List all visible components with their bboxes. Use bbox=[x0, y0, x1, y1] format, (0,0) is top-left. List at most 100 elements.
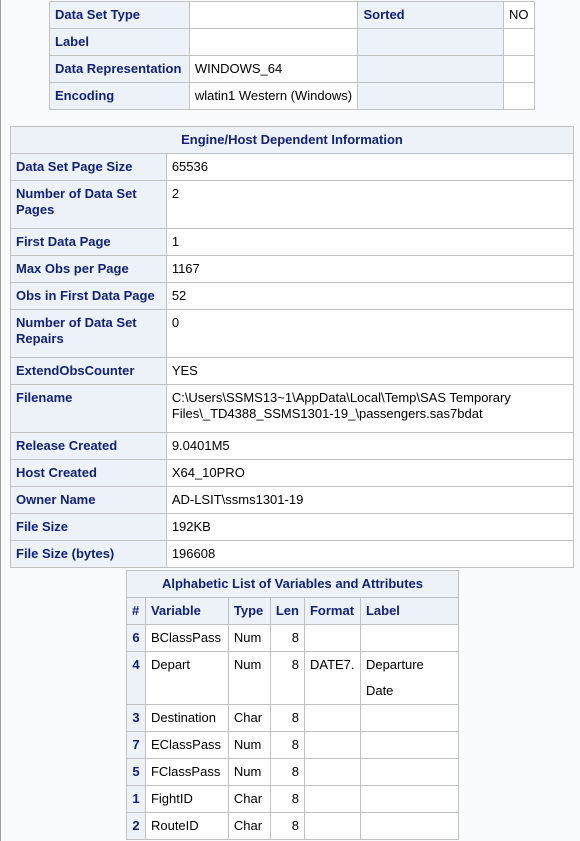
table-row: 6 BClassPass Num 8 bbox=[126, 624, 460, 652]
engine-label: ExtendObsCounter bbox=[10, 357, 167, 385]
attribute-value-2 bbox=[502, 82, 536, 110]
engine-label: First Data Page bbox=[10, 228, 167, 256]
attribute-label: Data Representation bbox=[49, 55, 190, 83]
variables-header-row: # Variable Type Len Format Label bbox=[126, 597, 460, 625]
var-len: 8 bbox=[269, 651, 305, 705]
var-format: DATE7. bbox=[303, 651, 361, 705]
attribute-row: Label bbox=[49, 28, 536, 56]
attribute-label-2 bbox=[357, 55, 504, 83]
column-header: Format bbox=[303, 597, 361, 625]
var-label: Departure Date bbox=[359, 651, 460, 705]
var-format bbox=[303, 731, 361, 759]
var-format bbox=[303, 758, 361, 786]
var-label bbox=[359, 758, 460, 786]
var-name: FightID bbox=[144, 785, 229, 813]
var-type: Char bbox=[227, 812, 271, 840]
var-format bbox=[303, 704, 361, 732]
engine-label: Number of Data Set Pages bbox=[10, 180, 167, 229]
var-format bbox=[303, 624, 361, 652]
engine-label: Host Created bbox=[10, 459, 167, 487]
var-number: 5 bbox=[126, 758, 146, 786]
variables-title: Alphabetic List of Variables and Attribu… bbox=[126, 570, 459, 598]
var-label bbox=[359, 704, 460, 732]
var-format bbox=[303, 812, 361, 840]
engine-label: File Size bbox=[10, 513, 167, 541]
var-number: 1 bbox=[126, 785, 146, 813]
engine-value: 196608 bbox=[165, 540, 575, 568]
attribute-value bbox=[188, 28, 359, 56]
engine-value: 192KB bbox=[165, 513, 575, 541]
engine-row: Obs in First Data Page 52 bbox=[10, 282, 575, 310]
attribute-label: Data Set Type bbox=[49, 1, 190, 29]
attribute-value: wlatin1 Western (Windows) bbox=[188, 82, 359, 110]
engine-value: YES bbox=[165, 357, 575, 385]
engine-row: File Size 192KB bbox=[10, 513, 575, 541]
engine-row: Owner Name AD-LSIT\ssms1301-19 bbox=[10, 486, 575, 514]
table-row: 5 FClassPass Num 8 bbox=[126, 758, 460, 786]
var-label bbox=[359, 812, 460, 840]
attribute-label: Encoding bbox=[49, 82, 190, 110]
engine-row: Number of Data Set Pages 2 bbox=[10, 180, 575, 229]
var-name: EClassPass bbox=[144, 731, 229, 759]
var-type: Num bbox=[227, 758, 271, 786]
engine-row: Max Obs per Page 1167 bbox=[10, 255, 575, 283]
column-header: Variable bbox=[144, 597, 229, 625]
column-header: Type bbox=[227, 597, 271, 625]
column-header: # bbox=[126, 597, 146, 625]
engine-row: Number of Data Set Repairs 0 bbox=[10, 309, 575, 358]
engine-label: Filename bbox=[10, 384, 167, 433]
column-header: Len bbox=[269, 597, 305, 625]
engine-label: Number of Data Set Repairs bbox=[10, 309, 167, 358]
var-len: 8 bbox=[269, 758, 305, 786]
var-len: 8 bbox=[269, 731, 305, 759]
engine-label: Max Obs per Page bbox=[10, 255, 167, 283]
engine-label: Release Created bbox=[10, 432, 167, 460]
engine-label: File Size (bytes) bbox=[10, 540, 167, 568]
var-number: 6 bbox=[126, 624, 146, 652]
engine-value: 0 bbox=[165, 309, 575, 358]
attribute-row: Data Set Type Sorted NO bbox=[49, 1, 536, 29]
engine-value: AD-LSIT\ssms1301-19 bbox=[165, 486, 575, 514]
engine-label: Obs in First Data Page bbox=[10, 282, 167, 310]
engine-host-table: Engine/Host Dependent Information Data S… bbox=[10, 126, 575, 568]
var-type: Num bbox=[227, 624, 271, 652]
engine-value: C:\Users\SSMS13~1\AppData\Local\Temp\SAS… bbox=[165, 384, 575, 433]
table-row: 4 Depart Num 8 DATE7. Departure Date bbox=[126, 651, 460, 705]
var-label bbox=[359, 785, 460, 813]
engine-row: Release Created 9.0401M5 bbox=[10, 432, 575, 460]
attribute-label-2: Sorted bbox=[357, 1, 504, 29]
var-name: Destination bbox=[144, 704, 229, 732]
engine-row: Data Set Page Size 65536 bbox=[10, 153, 575, 181]
engine-label: Data Set Page Size bbox=[10, 153, 167, 181]
var-len: 8 bbox=[269, 624, 305, 652]
var-label bbox=[359, 624, 460, 652]
table-row: 3 Destination Char 8 bbox=[126, 704, 460, 732]
var-len: 8 bbox=[269, 785, 305, 813]
engine-row: Filename C:\Users\SSMS13~1\AppData\Local… bbox=[10, 384, 575, 433]
dataset-attributes-table: Data Set Type Sorted NO Label Data Repre… bbox=[49, 1, 536, 110]
attribute-value: WINDOWS_64 bbox=[188, 55, 359, 83]
var-type: Num bbox=[227, 731, 271, 759]
attribute-label-2 bbox=[357, 28, 504, 56]
engine-value: X64_10PRO bbox=[165, 459, 575, 487]
table-row: 7 EClassPass Num 8 bbox=[126, 731, 460, 759]
var-type: Char bbox=[227, 704, 271, 732]
var-format bbox=[303, 785, 361, 813]
table-row: 1 FightID Char 8 bbox=[126, 785, 460, 813]
var-label bbox=[359, 731, 460, 759]
attribute-value-2 bbox=[502, 28, 536, 56]
engine-row: ExtendObsCounter YES bbox=[10, 357, 575, 385]
attribute-row: Encoding wlatin1 Western (Windows) bbox=[49, 82, 536, 110]
var-number: 4 bbox=[126, 651, 146, 705]
engine-value: 2 bbox=[165, 180, 575, 229]
engine-row: First Data Page 1 bbox=[10, 228, 575, 256]
var-name: RouteID bbox=[144, 812, 229, 840]
engine-value: 52 bbox=[165, 282, 575, 310]
var-type: Char bbox=[227, 785, 271, 813]
var-number: 3 bbox=[126, 704, 146, 732]
engine-value: 1167 bbox=[165, 255, 575, 283]
window-left-edge bbox=[0, 0, 1, 841]
var-name: FClassPass bbox=[144, 758, 229, 786]
var-len: 8 bbox=[269, 812, 305, 840]
var-type: Num bbox=[227, 651, 271, 705]
